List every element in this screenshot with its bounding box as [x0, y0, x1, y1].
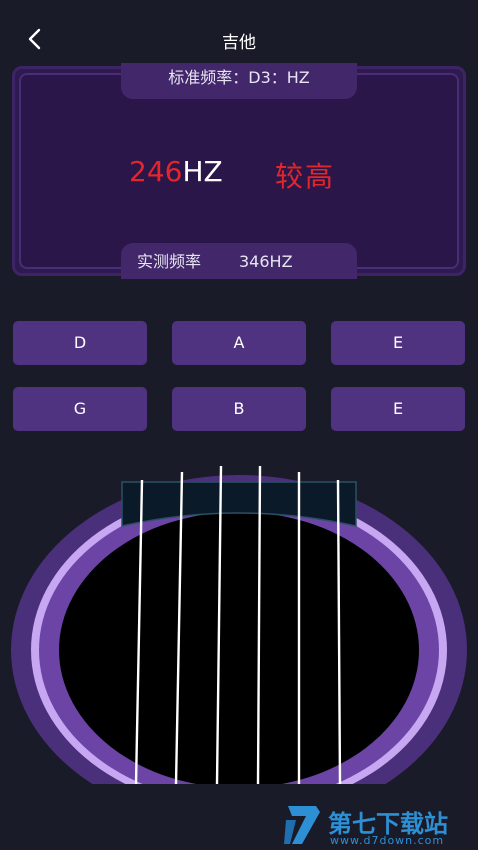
current-frequency-unit: HZ	[182, 155, 223, 188]
string-button-g[interactable]: G	[13, 387, 147, 431]
string-button-low-e[interactable]: E	[331, 387, 465, 431]
string-button-a[interactable]: A	[172, 321, 306, 365]
frequency-panel-inner	[19, 73, 459, 269]
string-button-high-e[interactable]: E	[331, 321, 465, 365]
measured-frequency: 实测频率 346HZ	[121, 243, 357, 279]
pitch-status: 较高	[275, 160, 336, 193]
measured-frequency-label: 实测频率	[137, 252, 202, 271]
standard-frequency-label: 标准频率：D3：HZ	[121, 63, 357, 99]
measured-frequency-value: 346HZ	[239, 252, 293, 271]
guitar-soundhole-illustration	[11, 465, 467, 784]
page-title: 吉他	[222, 33, 256, 53]
frequency-panel: 标准频率：D3：HZ 246HZ 较高 实测频率 346HZ	[12, 63, 466, 279]
watermark-url: www.d7down.com	[330, 834, 445, 847]
string-button-d[interactable]: D	[13, 321, 147, 365]
current-frequency: 246HZ	[129, 155, 223, 188]
string-button-b[interactable]: B	[172, 387, 306, 431]
soundhole	[59, 512, 419, 784]
d7-logo-icon	[284, 806, 320, 844]
watermark-logo: 第七下载站 www.d7down.com	[280, 800, 478, 850]
current-frequency-value: 246	[129, 155, 183, 188]
